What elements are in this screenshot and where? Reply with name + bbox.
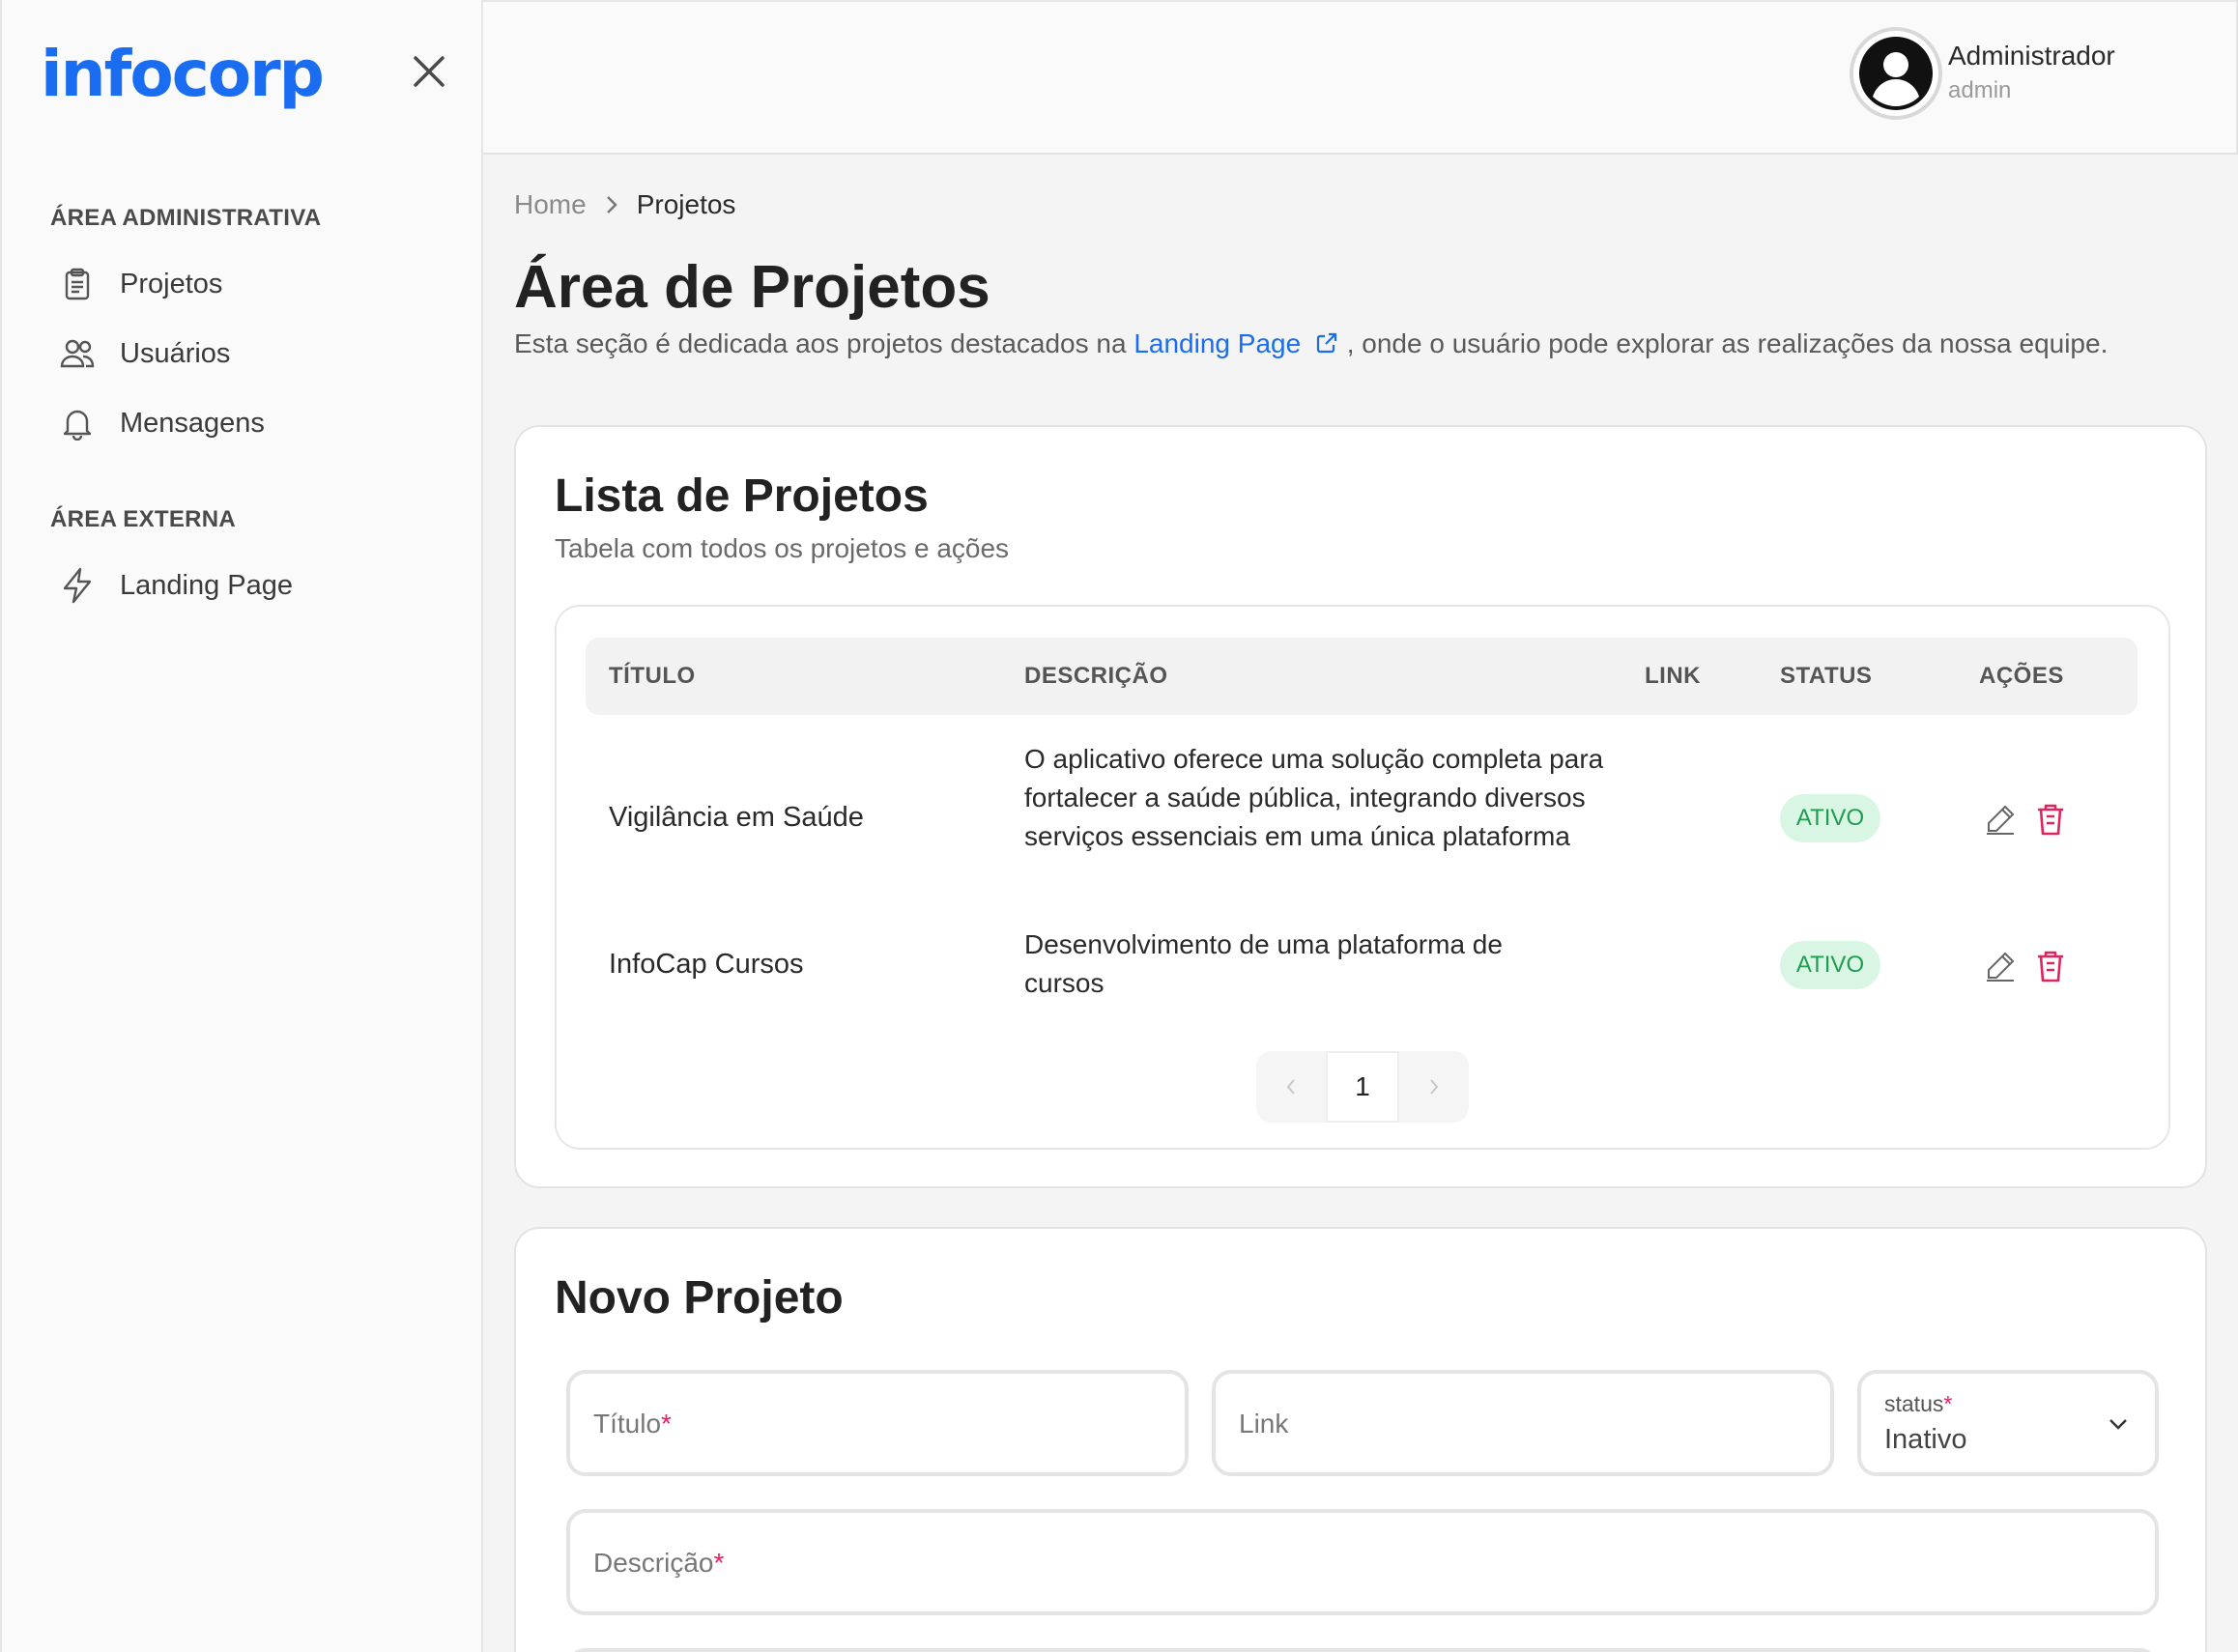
- column-header-titulo: TÍTULO: [609, 663, 696, 689]
- landing-page-link[interactable]: Landing Page: [1133, 328, 1339, 358]
- external-link-icon: [1316, 332, 1337, 354]
- chevron-right-icon: [604, 194, 619, 215]
- page-description-text-end: , onde o usuário pode explorar as realiz…: [1338, 328, 2109, 358]
- sidebar-item-mensagens[interactable]: Mensagens: [58, 400, 464, 446]
- page-title: Área de Projetos: [514, 254, 990, 321]
- close-icon[interactable]: [410, 52, 448, 91]
- title-field[interactable]: Título*: [566, 1370, 1189, 1476]
- user-name: Administrador: [1948, 41, 2115, 71]
- chevron-right-icon: [1430, 1079, 1439, 1095]
- projects-card-title: Lista de Projetos: [555, 470, 929, 522]
- user-icon: [1859, 37, 1933, 110]
- bell-icon: [58, 404, 97, 442]
- row-title: InfoCap Cursos: [609, 949, 804, 980]
- sidebar-item-label: Usuários: [120, 337, 231, 369]
- column-header-status: STATUS: [1780, 663, 1873, 689]
- sidebar: infocorp ÁREA ADMINISTRATIVA Projetos Us…: [0, 0, 483, 1652]
- status-badge: ATIVO: [1780, 794, 1880, 842]
- chevron-down-icon: [2109, 1419, 2127, 1430]
- column-header-link: LINK: [1645, 663, 1701, 689]
- sidebar-item-label: Mensagens: [120, 407, 265, 439]
- row-description: O aplicativo oferece uma solução complet…: [1024, 744, 1604, 851]
- table-header: TÍTULO DESCRIÇÃO LINK STATUS AÇÕES: [586, 638, 2138, 715]
- sidebar-item-label: Projetos: [120, 268, 223, 299]
- sidebar-section-externa: ÁREA EXTERNA: [50, 506, 237, 532]
- sidebar-item-usuarios[interactable]: Usuários: [58, 330, 464, 377]
- chevron-left-icon: [1286, 1079, 1295, 1095]
- pagination-next-button[interactable]: [1399, 1051, 1469, 1123]
- pagination: 1: [1256, 1051, 1469, 1123]
- breadcrumb: Home Projetos: [514, 189, 735, 220]
- row-description: Desenvolvimento de uma plataforma de cur…: [1024, 929, 1503, 998]
- description-field[interactable]: Descrição*: [566, 1509, 2159, 1615]
- page-description-text: Esta seção é dedicada aos projetos desta…: [514, 328, 1134, 358]
- edit-icon[interactable]: [1981, 800, 2020, 839]
- topbar: Administrador admin: [483, 0, 2238, 155]
- breadcrumb-current: Projetos: [636, 189, 736, 219]
- infocorp-logo: infocorp: [41, 37, 325, 111]
- lightning-icon: [58, 566, 97, 605]
- delete-icon[interactable]: [2031, 800, 2070, 839]
- pagination-prev-button[interactable]: [1256, 1051, 1326, 1123]
- projects-card: Lista de Projetos Tabela com todos os pr…: [514, 425, 2207, 1188]
- sidebar-item-label: Landing Page: [120, 569, 293, 601]
- required-marker: *: [713, 1548, 725, 1578]
- projects-table: TÍTULO DESCRIÇÃO LINK STATUS AÇÕES Vigil…: [555, 605, 2170, 1150]
- link-field[interactable]: Link: [1212, 1370, 1834, 1476]
- projects-card-subtitle: Tabela com todos os projetos e ações: [555, 533, 1010, 563]
- extra-field[interactable]: [566, 1648, 2159, 1652]
- page-description: Esta seção é dedicada aos projetos desta…: [514, 328, 2108, 359]
- title-field-label: Título: [593, 1409, 662, 1438]
- delete-icon[interactable]: [2031, 947, 2070, 985]
- status-select-value: Inativo: [1884, 1424, 1967, 1455]
- avatar[interactable]: [1850, 27, 1942, 120]
- link-field-placeholder: Link: [1239, 1409, 1289, 1438]
- new-project-card: Novo Projeto Título* Link status* Inativ…: [514, 1227, 2207, 1652]
- pagination-page-button[interactable]: 1: [1326, 1051, 1399, 1123]
- description-field-label: Descrição: [593, 1548, 714, 1578]
- column-header-descricao: DESCRIÇÃO: [1024, 663, 1168, 689]
- status-select[interactable]: status* Inativo: [1857, 1370, 2159, 1476]
- status-label-text: status: [1884, 1391, 1944, 1416]
- required-marker: *: [1943, 1391, 1953, 1416]
- required-marker: *: [661, 1409, 672, 1438]
- status-badge: ATIVO: [1780, 941, 1880, 989]
- user-login: admin: [1948, 77, 2012, 103]
- row-title: Vigilância em Saúde: [609, 802, 864, 833]
- breadcrumb-home[interactable]: Home: [514, 189, 587, 220]
- landing-page-link-label: Landing Page: [1133, 328, 1302, 358]
- clipboard-icon: [58, 265, 97, 303]
- sidebar-section-admin: ÁREA ADMINISTRATIVA: [50, 205, 322, 231]
- edit-icon[interactable]: [1981, 947, 2020, 985]
- users-icon: [58, 334, 97, 373]
- column-header-acoes: AÇÕES: [1979, 663, 2064, 689]
- sidebar-item-projetos[interactable]: Projetos: [58, 261, 464, 307]
- new-project-title: Novo Projeto: [555, 1272, 844, 1324]
- sidebar-item-landing-page[interactable]: Landing Page: [58, 562, 464, 609]
- description-field-placeholder: Descrição*: [593, 1548, 724, 1579]
- title-field-placeholder: Título*: [593, 1409, 672, 1439]
- status-select-label: status*: [1884, 1391, 1952, 1417]
